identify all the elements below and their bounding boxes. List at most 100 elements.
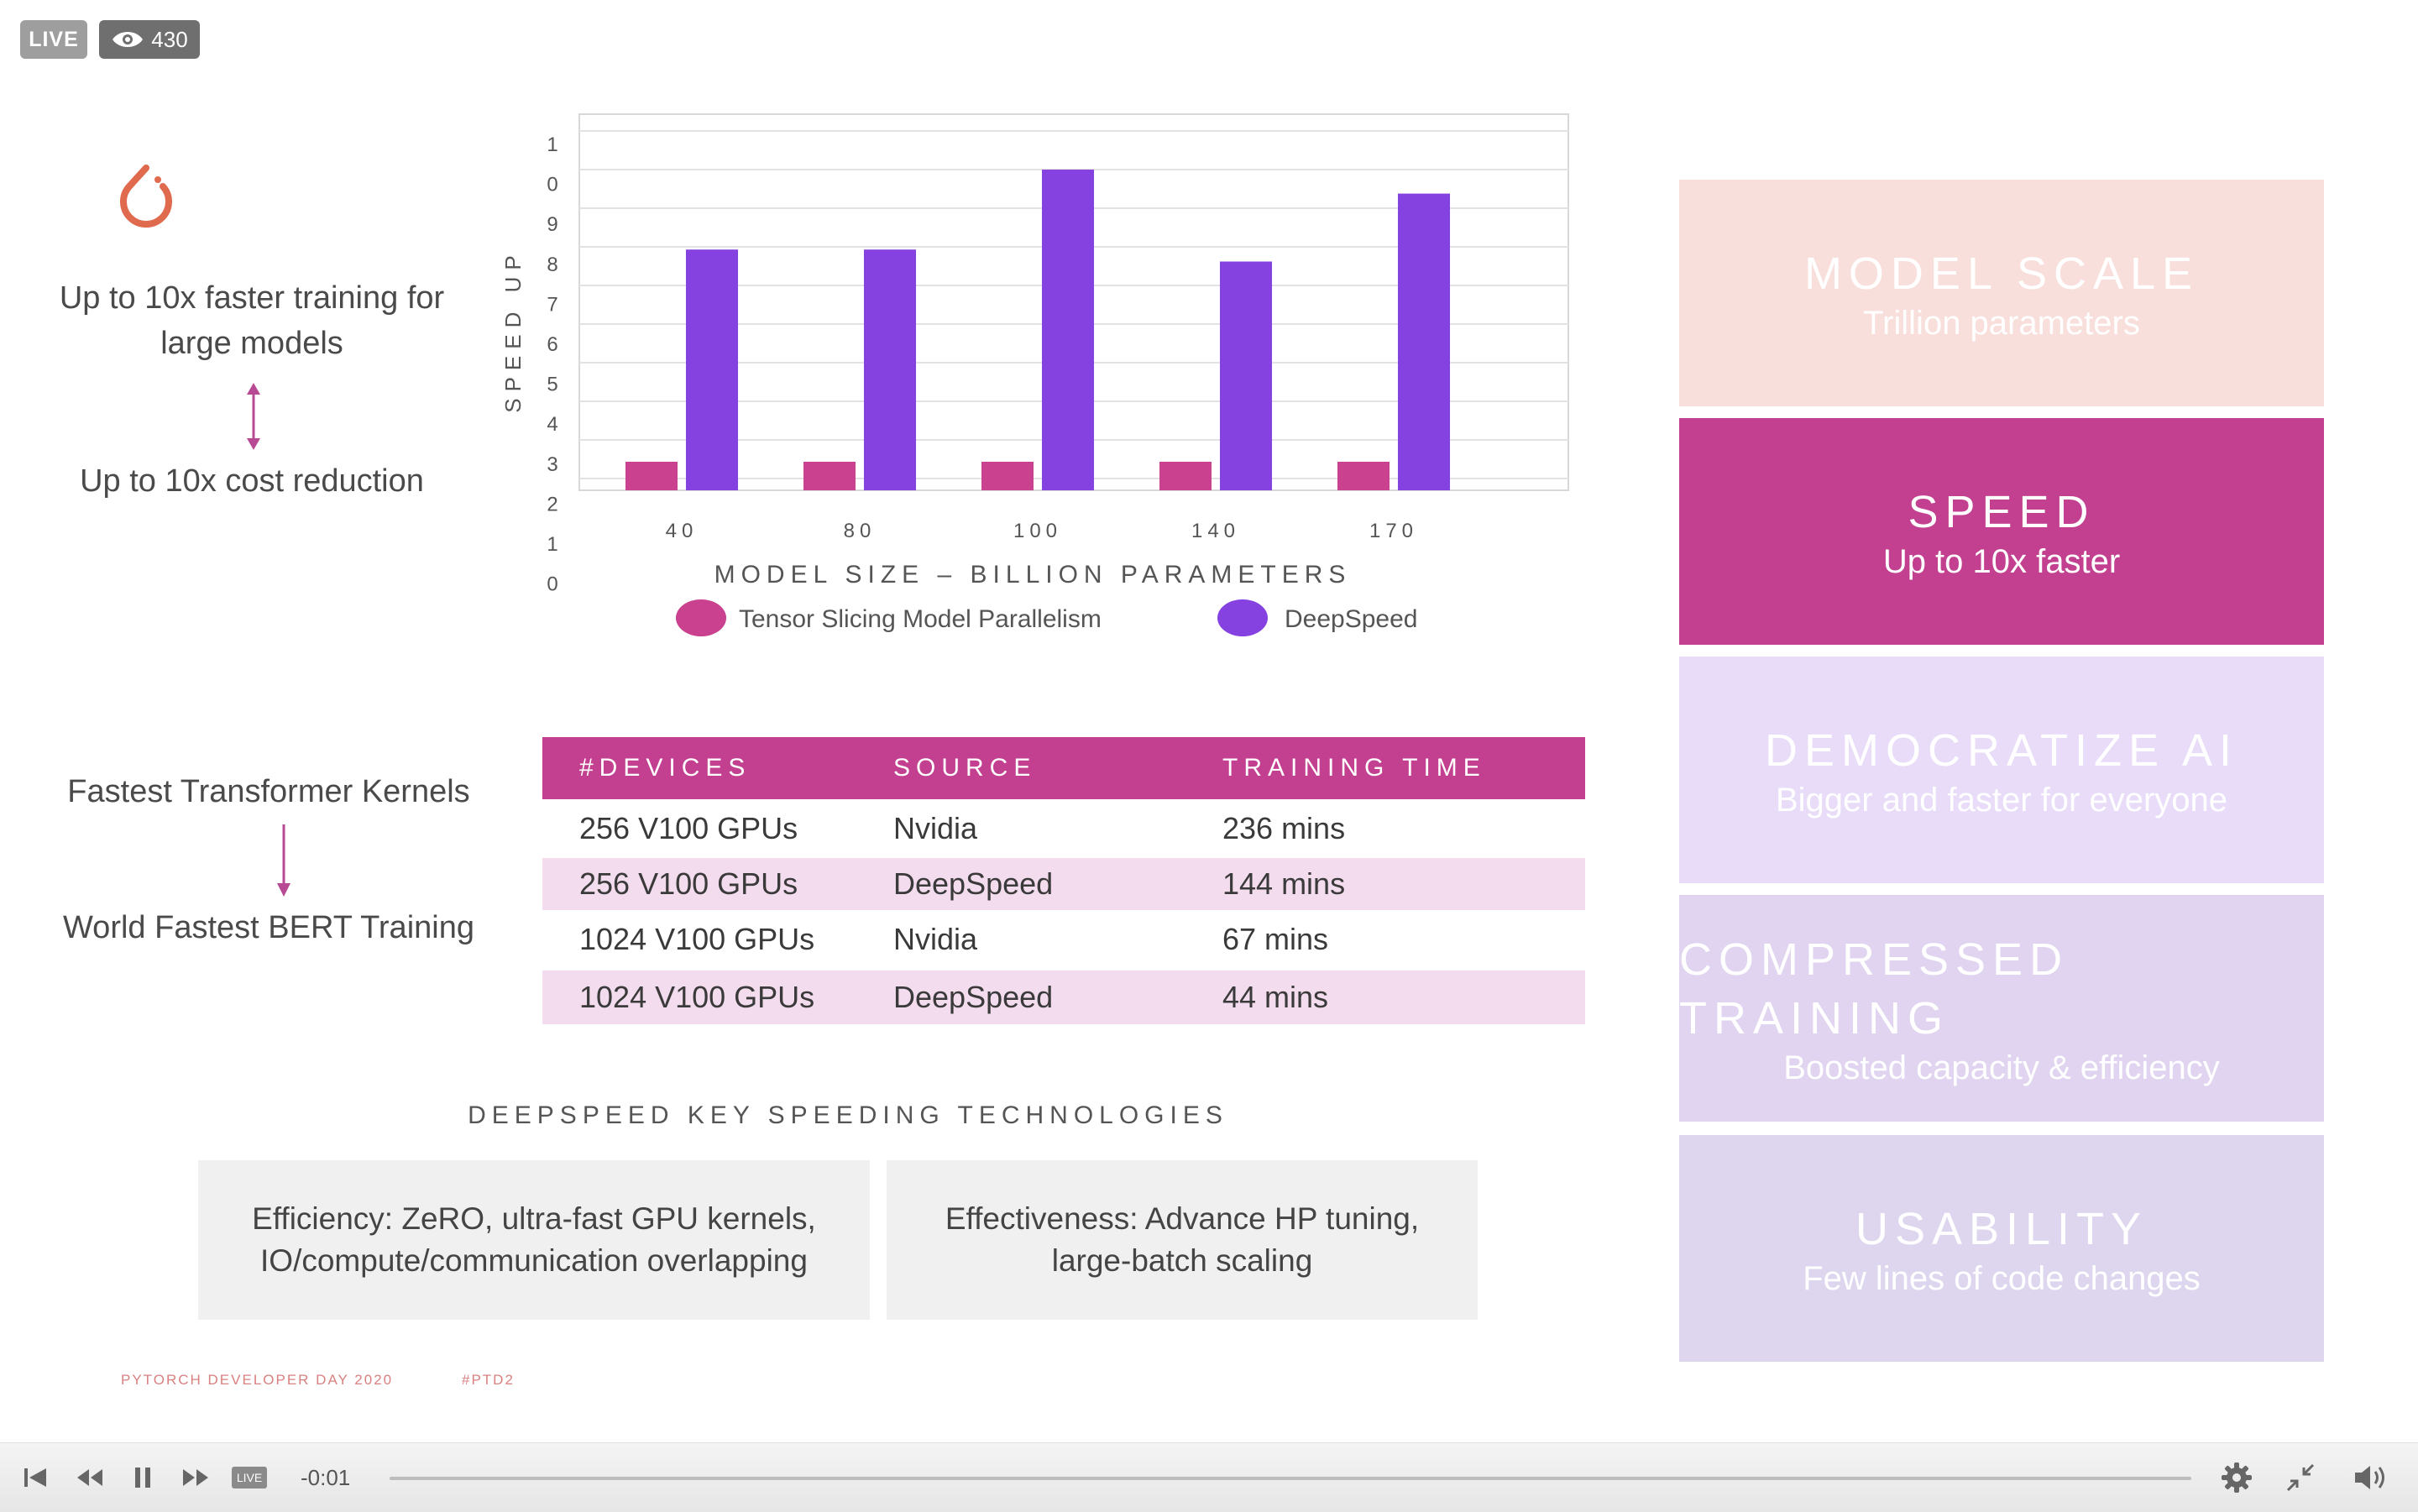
panel-usability: USABILITY Few lines of code changes	[1679, 1135, 2324, 1362]
pytorch-logo	[120, 165, 172, 228]
panel-title: SPEED	[1908, 486, 2096, 537]
y-tick-label: 0	[547, 174, 557, 196]
y-tick-label: 5	[547, 374, 557, 396]
viewer-count-badge: 430	[99, 20, 200, 59]
panel-subtitle: Few lines of code changes	[1803, 1259, 2201, 1297]
cell-time: 44 mins	[1222, 980, 1329, 1014]
fast-forward-button[interactable]	[178, 1460, 213, 1495]
panel-model-scale: MODEL SCALE Trillion parameters	[1679, 180, 2324, 406]
time-display: -0:01	[301, 1465, 351, 1490]
panel-subtitle: Trillion parameters	[1863, 304, 2140, 342]
table-row: 1024 V100 GPUs Nvidia 67 mins	[542, 913, 1585, 965]
fast-forward-icon	[183, 1469, 208, 1486]
x-tick-label: 40	[666, 520, 699, 542]
rewind-button[interactable]	[72, 1460, 107, 1495]
y-tick-label: 8	[547, 254, 557, 276]
table-header: #DEVICES SOURCE TRAINING TIME	[542, 737, 1585, 799]
cell-source: Nvidia	[893, 922, 978, 956]
volume-button[interactable]	[2351, 1460, 2393, 1495]
panel-subtitle: Boosted capacity & efficiency	[1783, 1049, 2220, 1086]
tensor-slicing-bar	[803, 462, 856, 490]
rewind-icon	[77, 1469, 102, 1486]
y-tick-label: 7	[547, 293, 557, 316]
live-indicator-button[interactable]: LIVE	[232, 1467, 267, 1488]
header-training-time: TRAINING TIME	[1222, 754, 1486, 782]
pause-button[interactable]	[126, 1460, 160, 1495]
technologies-title: DEEPSPEED KEY SPEEDING TECHNOLOGIES	[468, 1101, 1228, 1129]
settings-button[interactable]	[2218, 1460, 2255, 1495]
skip-back-button[interactable]	[18, 1460, 52, 1495]
cell-devices: 1024 V100 GPUs	[579, 980, 815, 1014]
cell-devices: 256 V100 GPUs	[579, 811, 798, 845]
cell-source: Nvidia	[893, 811, 978, 845]
cost-statement: Up to 10x cost reduction	[80, 463, 424, 499]
double-arrow-icon	[247, 383, 260, 450]
cell-devices: 1024 V100 GPUs	[579, 922, 815, 956]
deepspeed-bar	[864, 249, 916, 490]
panel-title: USABILITY	[1855, 1203, 2148, 1254]
y-axis-label: SPEED UP	[500, 249, 526, 413]
skip-back-icon	[24, 1468, 46, 1487]
effectiveness-line: Effectiveness: Advance HP tuning,	[945, 1201, 1420, 1236]
deepspeed-bar	[1398, 193, 1450, 490]
bert-statement: World Fastest BERT Training	[63, 910, 474, 945]
panel-subtitle: Bigger and faster for everyone	[1775, 781, 2228, 819]
legend-label: DeepSpeed	[1285, 605, 1417, 633]
cell-time: 144 mins	[1222, 866, 1346, 901]
x-tick-label: 170	[1369, 520, 1418, 542]
cell-source: DeepSpeed	[893, 866, 1054, 901]
eye-icon	[113, 32, 144, 47]
panel-title: MODEL SCALE	[1803, 248, 2200, 299]
y-tick-label: 6	[547, 333, 557, 356]
viewer-count: 430	[151, 26, 188, 52]
effectiveness-line: large-batch scaling	[1051, 1243, 1313, 1278]
y-tick-label: 1	[547, 533, 557, 556]
speed-statement: Up to 10x faster training for large mode…	[59, 280, 445, 361]
y-tick-label: 9	[547, 213, 557, 236]
tensor-slicing-bar	[981, 462, 1034, 490]
panel-speed: SPEED Up to 10x faster	[1679, 418, 2324, 645]
legend-swatch	[1217, 599, 1268, 636]
tensor-slicing-bar	[625, 462, 678, 490]
y-tick-label: 0	[547, 573, 557, 596]
efficiency-line: IO/compute/communication overlapping	[260, 1243, 808, 1278]
x-tick-label: 100	[1013, 520, 1062, 542]
bert-training-table: #DEVICES SOURCE TRAINING TIME 256 V100 G…	[542, 737, 1585, 1024]
legend-swatch	[676, 599, 726, 636]
y-tick-label: 1	[547, 133, 557, 156]
tensor-slicing-bar	[1337, 462, 1390, 490]
panel-title: COMPRESSED TRAINING	[1679, 934, 2070, 1044]
cell-time: 236 mins	[1222, 811, 1346, 845]
panel-subtitle: Up to 10x faster	[1882, 542, 2121, 580]
gear-icon	[2222, 1462, 2252, 1493]
table-row: 256 V100 GPUs Nvidia 236 mins	[542, 803, 1585, 855]
x-tick-label: 140	[1191, 520, 1240, 542]
progress-bar[interactable]	[390, 1477, 2191, 1480]
pause-icon	[135, 1468, 150, 1488]
legend-label: Tensor Slicing Model Parallelism	[739, 605, 1102, 633]
cell-source: DeepSpeed	[893, 980, 1054, 1014]
y-tick-label: 4	[547, 413, 557, 436]
tensor-slicing-bar	[1159, 462, 1212, 490]
cell-time: 67 mins	[1222, 922, 1329, 956]
header-devices: #DEVICES	[579, 754, 751, 782]
x-tick-label: 80	[844, 520, 877, 542]
exit-fullscreen-button[interactable]	[2282, 1460, 2319, 1495]
exit-fullscreen-icon	[2286, 1463, 2315, 1492]
event-footer: PYTORCH DEVELOPER DAY 2020	[121, 1372, 394, 1388]
y-tick-label: 3	[547, 453, 557, 476]
effectiveness-box: Effectiveness: Advance HP tuning, large-…	[887, 1160, 1478, 1320]
panel-title: DEMOCRATIZE AI	[1764, 725, 2239, 776]
header-source: SOURCE	[893, 754, 1037, 782]
volume-icon	[2355, 1466, 2384, 1489]
y-tick-label: 2	[547, 493, 557, 515]
down-arrow-icon	[277, 824, 290, 897]
table-row: 1024 V100 GPUs DeepSpeed 44 mins	[542, 971, 1585, 1024]
video-player-controls: LIVE -0:01	[0, 1442, 2418, 1512]
efficiency-box: Efficiency: ZeRO, ultra-fast GPU kernels…	[198, 1160, 870, 1320]
x-axis-label: MODEL SIZE – BILLION PARAMETERS	[714, 561, 1352, 589]
cell-devices: 256 V100 GPUs	[579, 866, 798, 901]
efficiency-line: Efficiency: ZeRO, ultra-fast GPU kernels…	[252, 1201, 816, 1236]
kernels-statement: Fastest Transformer Kernels	[67, 774, 470, 809]
deepspeed-bar	[1042, 170, 1094, 490]
